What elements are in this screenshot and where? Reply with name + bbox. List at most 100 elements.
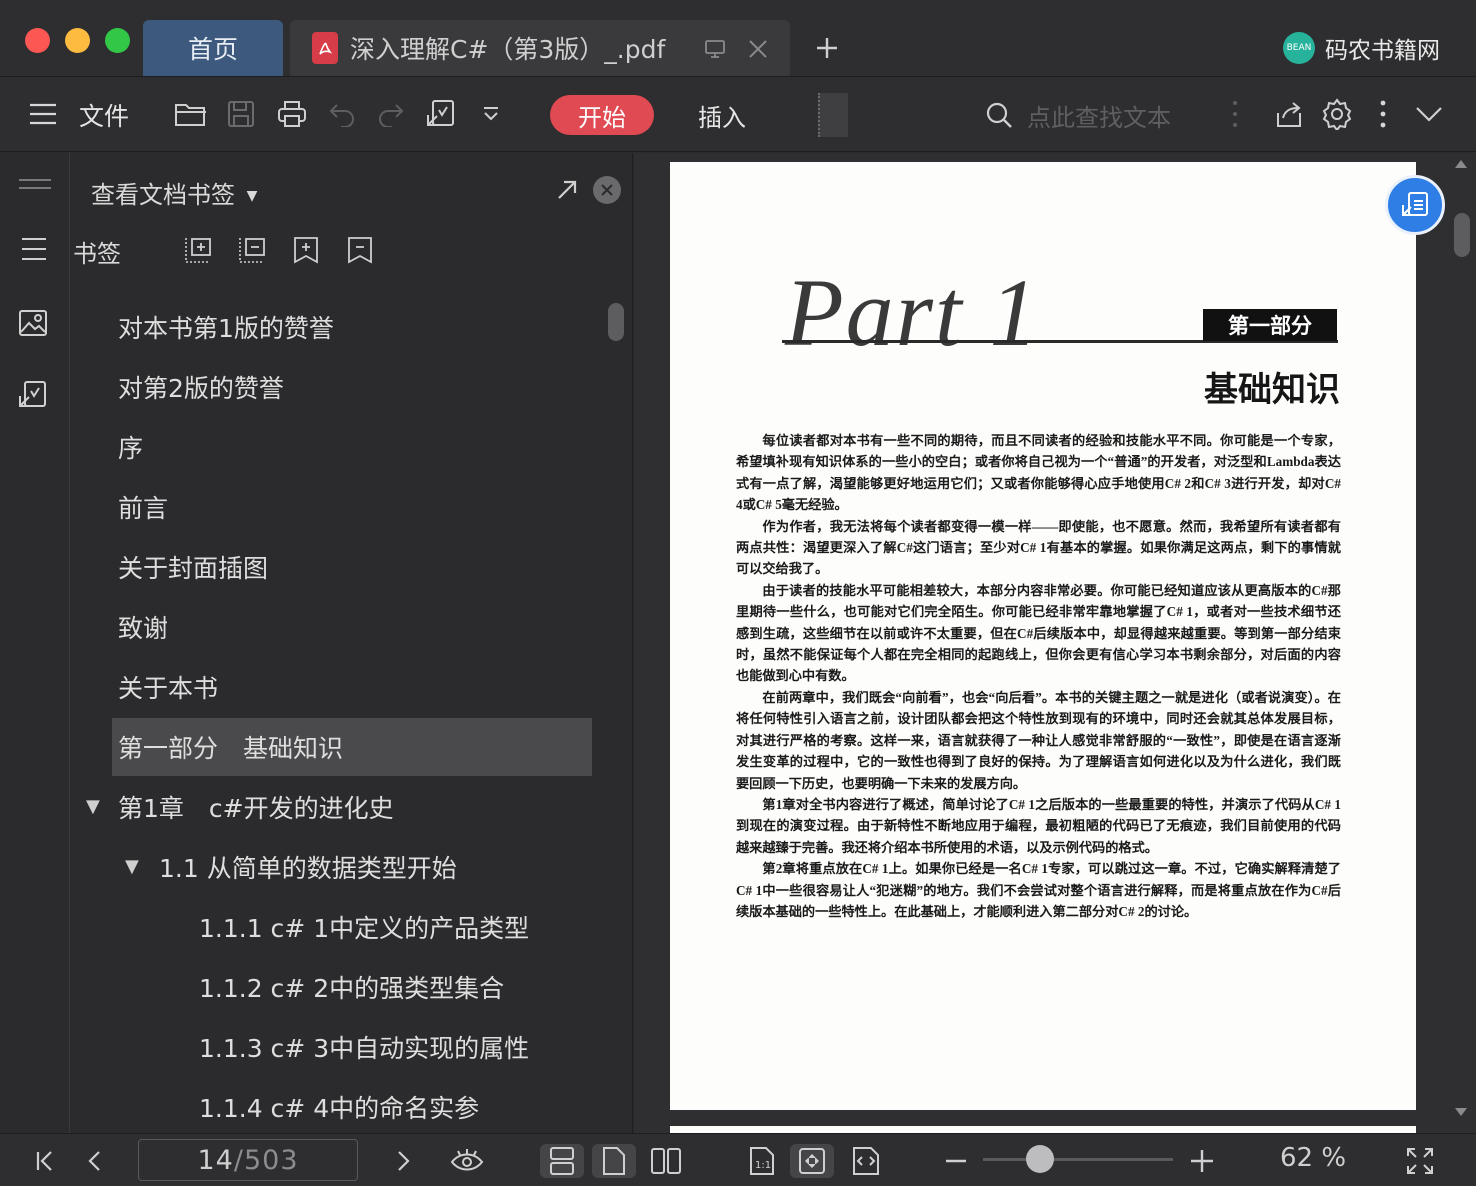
title-bar: 首页 深入理解C#（第3版）_.pdf BEAN 码农书籍网 [0, 0, 1476, 76]
bookmark-item[interactable]: 1.1.4 c# 4中的命名实参 [193, 1078, 673, 1136]
paragraph: 在前两章中，我们既会“向前看”，也会“向后看”。本书的关键主题之一就是进化（或者… [736, 689, 1341, 791]
redo-icon[interactable] [374, 97, 408, 131]
screen-icon[interactable] [704, 38, 726, 60]
tab-home-label: 首页 [187, 35, 238, 64]
undo-icon[interactable] [325, 97, 359, 131]
bookmark-item-selected[interactable]: 第一部分 基础知识 [112, 718, 592, 776]
delete-bookmark-icon[interactable] [345, 235, 375, 265]
page-body: 每位读者都对本书有一些不同的期待，而且不同读者的经验和技能水平不同。你可能是一个… [736, 430, 1341, 922]
viewer-scrollbar[interactable] [1454, 213, 1470, 257]
convert-icon[interactable] [424, 97, 458, 131]
extract-pages-icon[interactable] [17, 379, 49, 411]
actual-size-icon[interactable]: 1:1 [742, 1144, 782, 1178]
vertical-dots-icon[interactable] [1218, 97, 1252, 131]
print-icon[interactable] [275, 97, 309, 131]
eye-protection-icon[interactable] [450, 1144, 484, 1178]
close-tab-icon[interactable] [747, 38, 769, 60]
scroll-down-arrow-icon[interactable] [1454, 1107, 1468, 1117]
bookmark-item[interactable]: 关于本书 [112, 658, 592, 716]
bookmark-item[interactable]: 1.1.3 c# 3中自动实现的属性 [193, 1018, 673, 1076]
zoom-out-icon[interactable] [939, 1144, 973, 1178]
bookmark-label: 致谢 [118, 614, 169, 643]
collapse-toolbar-chevron-icon[interactable] [1412, 97, 1446, 131]
zoom-window-button[interactable] [105, 28, 130, 53]
insert-tab-button[interactable]: 插入 [686, 95, 758, 135]
expand-triangle-icon[interactable]: ▼ [86, 796, 100, 817]
total-pages: /503 [233, 1144, 299, 1176]
pdf-page: Part 1 第一部分 基础知识 每位读者都对本书有一些不同的期待，而且不同读者… [670, 162, 1416, 1110]
fit-page-icon[interactable] [790, 1144, 834, 1178]
page-number-input[interactable]: 14/503 [138, 1139, 358, 1181]
tab-home[interactable]: 首页 [143, 20, 283, 76]
bookmarks-label: 书签 [73, 240, 121, 268]
bookmark-label: 前言 [118, 494, 169, 523]
brand-name: 码农书籍网 [1325, 38, 1440, 64]
bookmark-item[interactable]: 前言 [112, 478, 592, 536]
add-bookmark-icon[interactable] [291, 235, 321, 265]
zoom-level[interactable]: 62 % [1280, 1143, 1346, 1173]
fullscreen-icon[interactable] [1403, 1144, 1437, 1178]
bookmark-item[interactable]: 序 [112, 418, 592, 476]
drag-handle-icon[interactable] [18, 178, 52, 190]
part-badge: 第一部分 [1203, 309, 1337, 341]
expand-all-icon[interactable] [183, 235, 213, 265]
new-tab-icon[interactable] [815, 36, 839, 60]
tab-document[interactable]: 深入理解C#（第3版）_.pdf [290, 20, 790, 76]
search-box[interactable]: 点此查找文本 [985, 95, 1205, 135]
paragraph: 每位读者都对本书有一些不同的期待，而且不同读者的经验和技能水平不同。你可能是一个… [736, 433, 1341, 513]
save-icon[interactable] [224, 97, 258, 131]
bookmark-item[interactable]: 1.1 从简单的数据类型开始 [153, 838, 633, 896]
bookmark-item[interactable]: 1.1.2 c# 2中的强类型集合 [193, 958, 673, 1016]
zoom-slider-track[interactable] [983, 1158, 1173, 1161]
bookmark-item[interactable]: 对第2版的赞誉 [112, 358, 592, 416]
sidebar-rail [0, 153, 70, 1133]
fit-width-icon[interactable] [846, 1144, 886, 1178]
thumbnails-image-icon[interactable] [18, 309, 48, 337]
collapse-all-icon[interactable] [237, 235, 267, 265]
zoom-in-icon[interactable] [1185, 1144, 1219, 1178]
bookmark-item[interactable]: 关于封面插图 [112, 538, 592, 596]
expand-triangle-icon[interactable]: ▼ [125, 856, 139, 877]
bookmark-label: 1.1.3 c# 3中自动实现的属性 [199, 1034, 530, 1063]
bookmark-item[interactable]: 第1章 c#开发的进化史 [112, 778, 592, 836]
bookmarks-list-icon[interactable] [20, 237, 48, 261]
start-tab-button[interactable]: 开始 [550, 95, 654, 135]
bookmark-item[interactable]: 对本书第1版的赞誉 [112, 298, 592, 356]
close-panel-icon[interactable] [593, 176, 621, 204]
continuous-scroll-icon[interactable] [540, 1144, 584, 1178]
open-folder-icon[interactable] [174, 97, 208, 131]
undock-panel-icon[interactable] [556, 179, 578, 201]
bookmark-item[interactable]: 1.1.1 c# 1中定义的产品类型 [193, 898, 673, 956]
two-page-icon[interactable] [646, 1144, 686, 1178]
settings-gear-icon[interactable] [1320, 97, 1354, 131]
bookmark-label: 第一部分 基础知识 [118, 734, 344, 763]
search-placeholder: 点此查找文本 [1027, 103, 1171, 132]
brand: BEAN 码农书籍网 [1283, 28, 1440, 68]
menu-icon[interactable] [26, 97, 60, 131]
chevron-down-icon[interactable] [474, 97, 508, 131]
minimize-window-button[interactable] [65, 28, 90, 53]
current-page: 14 [197, 1144, 234, 1176]
single-page-icon[interactable] [592, 1144, 636, 1178]
bookmark-label: 1.1.2 c# 2中的强类型集合 [199, 974, 505, 1003]
first-page-icon[interactable] [28, 1144, 62, 1178]
bookmark-label: 对第2版的赞誉 [118, 374, 284, 403]
toolbar: 文件 开始 插入 点此查找文本 [0, 76, 1476, 152]
close-window-button[interactable] [25, 28, 50, 53]
bookmark-item[interactable]: 致谢 [112, 598, 592, 656]
next-page-icon[interactable] [386, 1144, 420, 1178]
panel-title-dropdown[interactable]: 查看文档书签 ▼ [91, 175, 257, 210]
more-options-icon[interactable] [1366, 97, 1400, 131]
panel-scrollbar[interactable] [608, 303, 624, 341]
zoom-slider-knob[interactable] [1026, 1145, 1054, 1173]
share-icon[interactable] [1272, 97, 1306, 131]
file-menu[interactable]: 文件 [79, 97, 129, 133]
more-tabs-handle[interactable] [818, 93, 848, 137]
previous-page-icon[interactable] [78, 1144, 112, 1178]
scroll-up-arrow-icon[interactable] [1454, 159, 1468, 169]
bookmarks-panel: 查看文档书签 ▼ 书签 对本书第1版的赞誉 对第2版的赞誉 序 前言 关于封面插… [71, 153, 633, 1133]
bookmark-label: 对本书第1版的赞誉 [118, 314, 334, 343]
caret-down-icon: ▼ [246, 188, 258, 204]
floating-convert-button[interactable] [1385, 175, 1445, 235]
svg-text:1:1: 1:1 [755, 1160, 771, 1171]
